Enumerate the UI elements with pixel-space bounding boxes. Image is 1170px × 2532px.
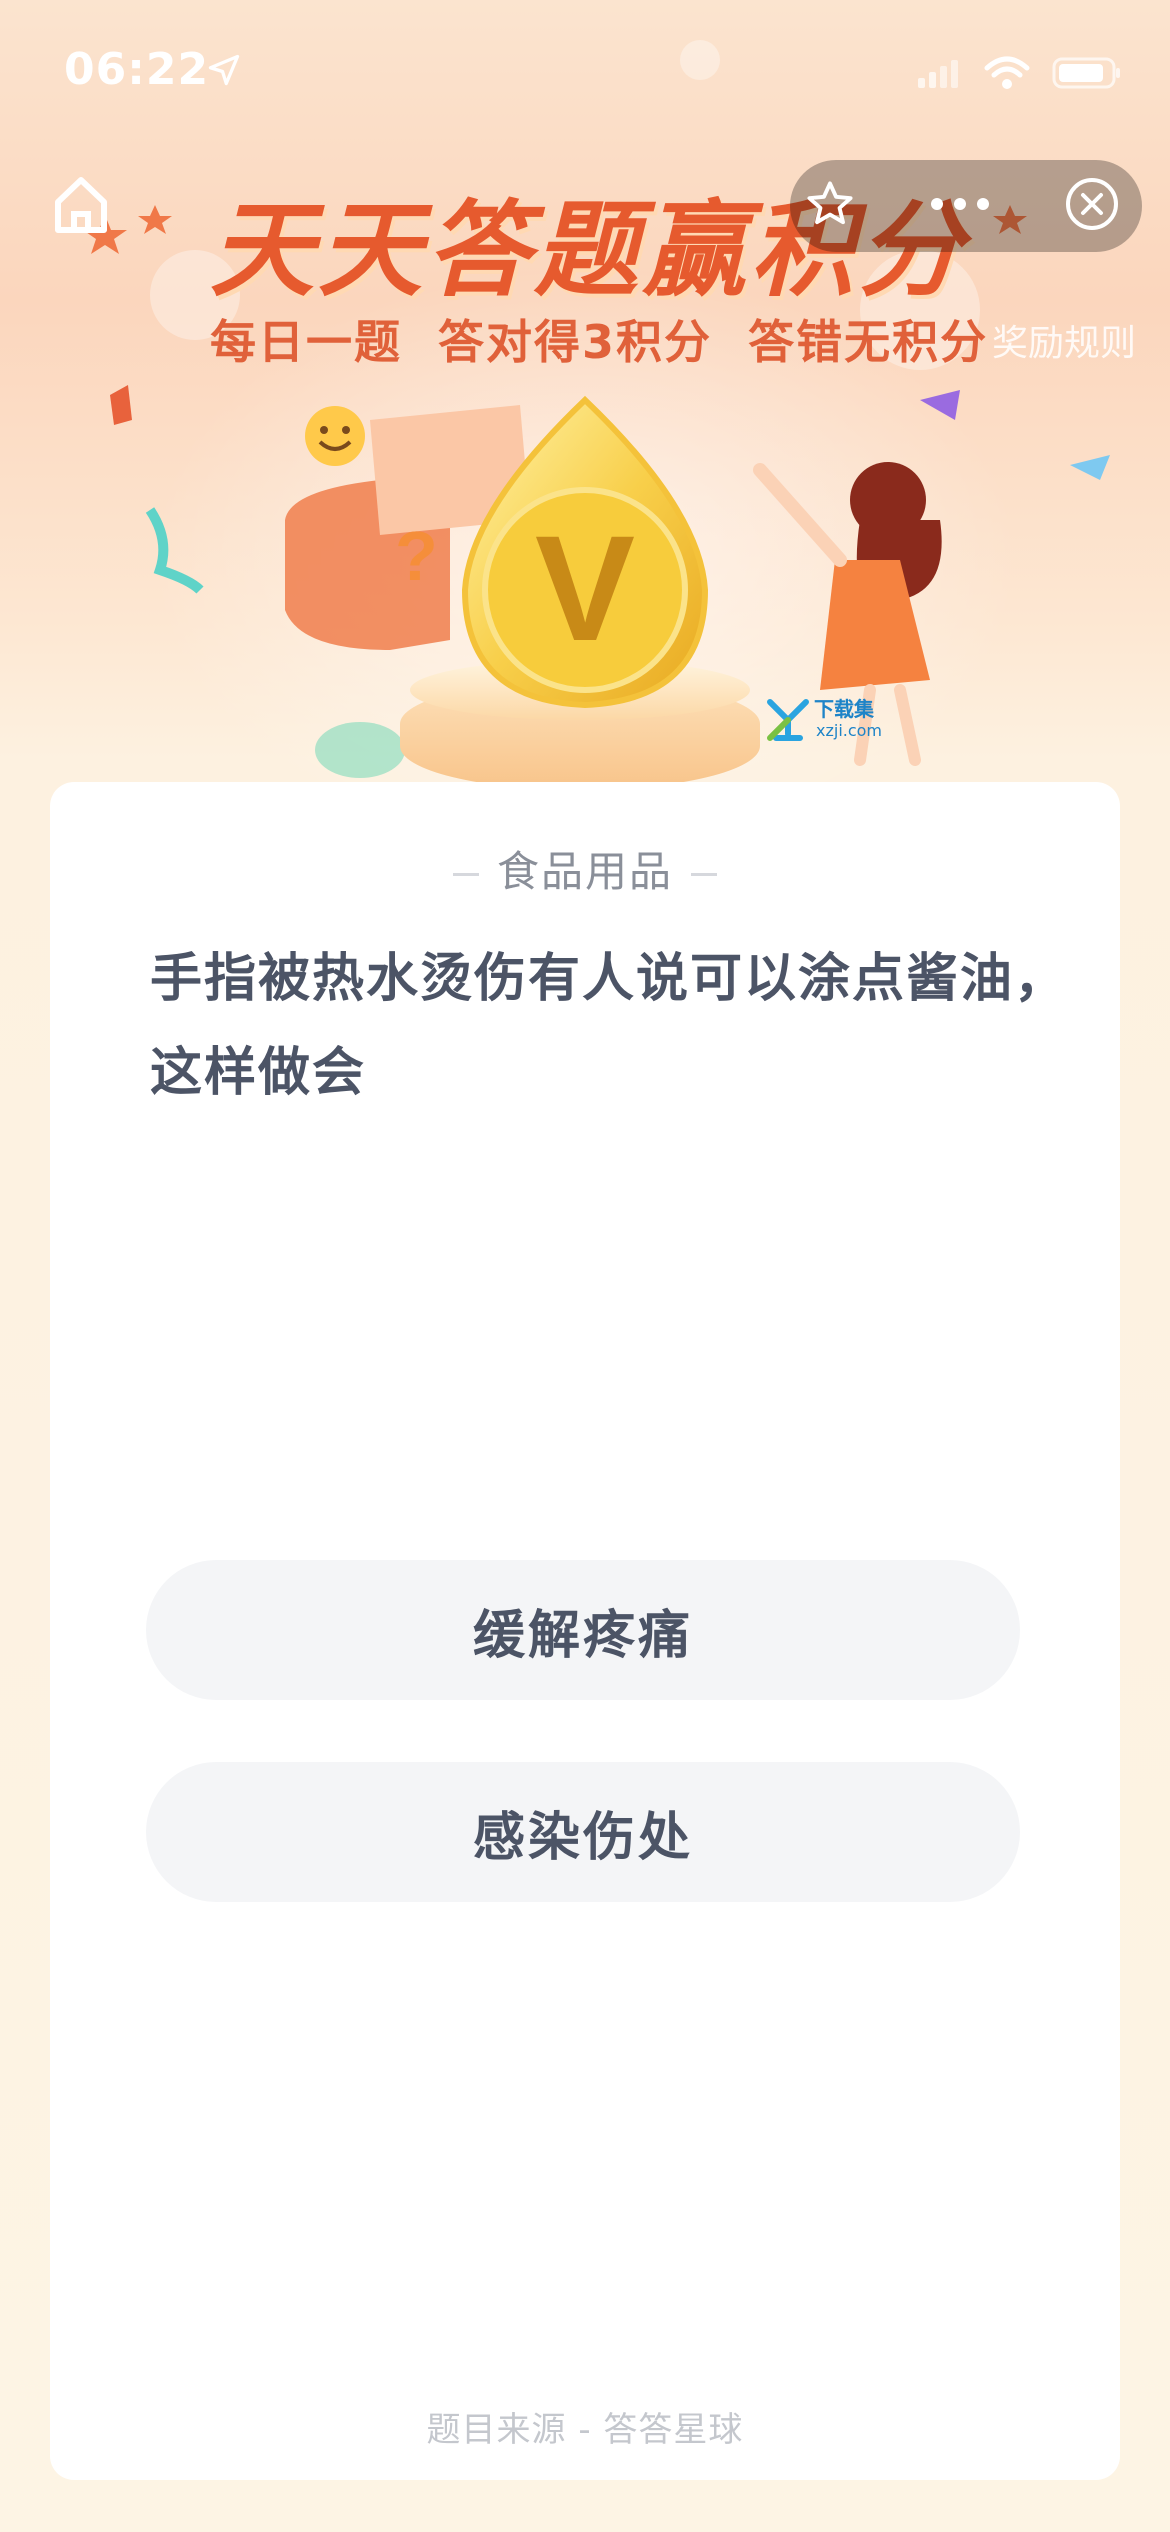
- coin-letter: V: [535, 504, 635, 672]
- signal-icon: [918, 58, 962, 92]
- watermark-cn: 下载集: [814, 697, 875, 721]
- question-card: 食品用品 手指被热水烫伤有人说可以涂点酱油，这样做会 缓解疼痛 感染伤处 题目来…: [50, 782, 1120, 2480]
- more-button[interactable]: [910, 160, 1010, 252]
- coin-illustration: V: [440, 390, 730, 720]
- app-root: ? 06:22 天天答题赢积分 每日一题 答对得3积分 答错无积分 奖励规则 V…: [0, 0, 1170, 2532]
- divider-left: [452, 873, 479, 876]
- watermark: 下载集 xzji.com: [766, 694, 906, 748]
- battery-icon: [1052, 56, 1122, 94]
- more-icon: [929, 196, 991, 216]
- question-text: 手指被热水烫伤有人说可以涂点酱油，这样做会: [150, 949, 1069, 1103]
- close-button[interactable]: [1042, 160, 1142, 252]
- banner-subtitle: 每日一题 答对得3积分 答错无积分: [210, 315, 989, 369]
- status-time: 06:22: [64, 44, 210, 95]
- location-arrow-icon: [206, 52, 242, 92]
- status-bar: 06:22: [0, 0, 1170, 150]
- answer-option-label: 感染伤处: [472, 1807, 693, 1868]
- home-button[interactable]: [46, 170, 116, 240]
- menu-capsule: [790, 160, 1142, 252]
- home-icon: [46, 177, 116, 244]
- question-category: 食品用品: [50, 838, 1120, 899]
- question-source: 题目来源 - 答答星球: [426, 2410, 744, 2450]
- svg-text:?: ?: [395, 517, 438, 595]
- divider-right: [691, 873, 717, 876]
- star-icon: [804, 178, 856, 234]
- answer-option-1[interactable]: 缓解疼痛: [146, 1560, 1020, 1700]
- category-label: 食品用品: [496, 847, 673, 896]
- answer-option-label: 缓解疼痛: [472, 1605, 693, 1666]
- rules-link[interactable]: 奖励规则: [992, 314, 1136, 366]
- close-icon: [1064, 176, 1120, 236]
- wifi-icon: [984, 56, 1030, 94]
- favorite-button[interactable]: [790, 160, 870, 252]
- watermark-en: xzji.com: [816, 721, 882, 740]
- answer-option-2[interactable]: 感染伤处: [146, 1762, 1020, 1902]
